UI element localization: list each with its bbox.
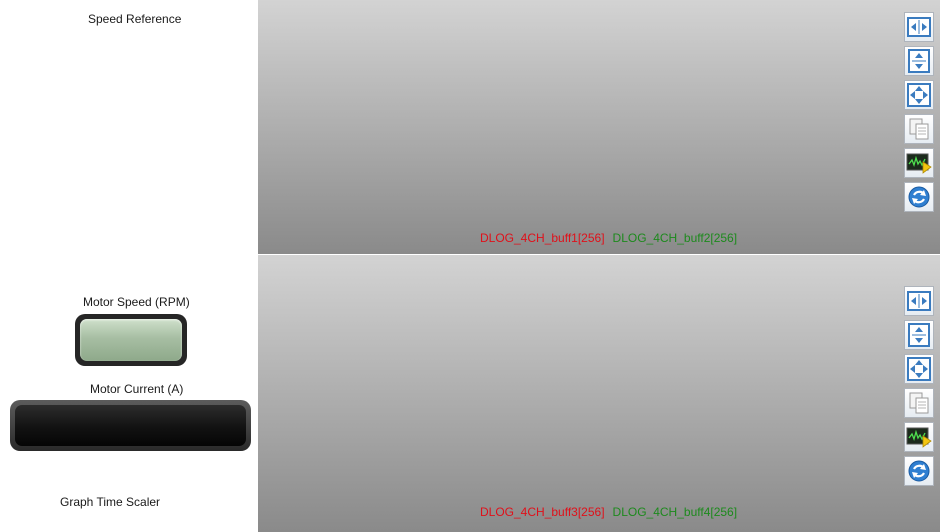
copy-button[interactable] [904,388,934,418]
refresh-button[interactable] [904,182,934,212]
copy-icon [909,118,929,140]
fit-horizontal-button[interactable] [904,12,934,42]
fit-horizontal-icon [907,291,931,311]
fit-vertical-icon [908,323,930,347]
graph-1-toolbar [904,12,934,216]
refresh-icon [908,460,930,482]
fit-all-icon [907,357,931,381]
refresh-button[interactable] [904,456,934,486]
legend-series-buff2: DLOG_4CH_buff2[256] [612,231,738,245]
export-data-button[interactable] [904,148,934,178]
fit-vertical-icon [908,49,930,73]
graph-2-legend: DLOG_4CH_buff3[256] DLOG_4CH_buff4[256] [480,505,737,519]
fit-all-button[interactable] [904,354,934,384]
motor-speed-indicator [75,314,187,366]
graph-1[interactable]: DLOG_4CH_buff1[256] DLOG_4CH_buff2[256] [258,0,940,254]
motor-speed-label: Motor Speed (RPM) [83,295,190,309]
legend-series-buff1: DLOG_4CH_buff1[256] [480,231,605,245]
motor-current-indicator [10,400,251,451]
graph-2-toolbar [904,286,934,490]
refresh-icon [908,186,930,208]
fit-vertical-button[interactable] [904,46,934,76]
fit-all-button[interactable] [904,80,934,110]
graph-1-legend: DLOG_4CH_buff1[256] DLOG_4CH_buff2[256] [480,231,737,245]
legend-series-buff4: DLOG_4CH_buff4[256] [612,505,738,519]
export-data-icon [906,153,932,174]
export-data-button[interactable] [904,422,934,452]
copy-icon [909,392,929,414]
graph-time-scaler-label: Graph Time Scaler [60,495,161,509]
copy-button[interactable] [904,114,934,144]
legend-series-buff3: DLOG_4CH_buff3[256] [480,505,605,519]
fit-horizontal-button[interactable] [904,286,934,316]
motor-current-label: Motor Current (A) [90,382,184,396]
fit-all-icon [907,83,931,107]
fit-horizontal-icon [907,17,931,37]
export-data-icon [906,427,932,448]
speed-reference-label: Speed Reference [88,12,182,26]
fit-vertical-button[interactable] [904,320,934,350]
graph-2[interactable]: DLOG_4CH_buff3[256] DLOG_4CH_buff4[256] [258,255,940,532]
